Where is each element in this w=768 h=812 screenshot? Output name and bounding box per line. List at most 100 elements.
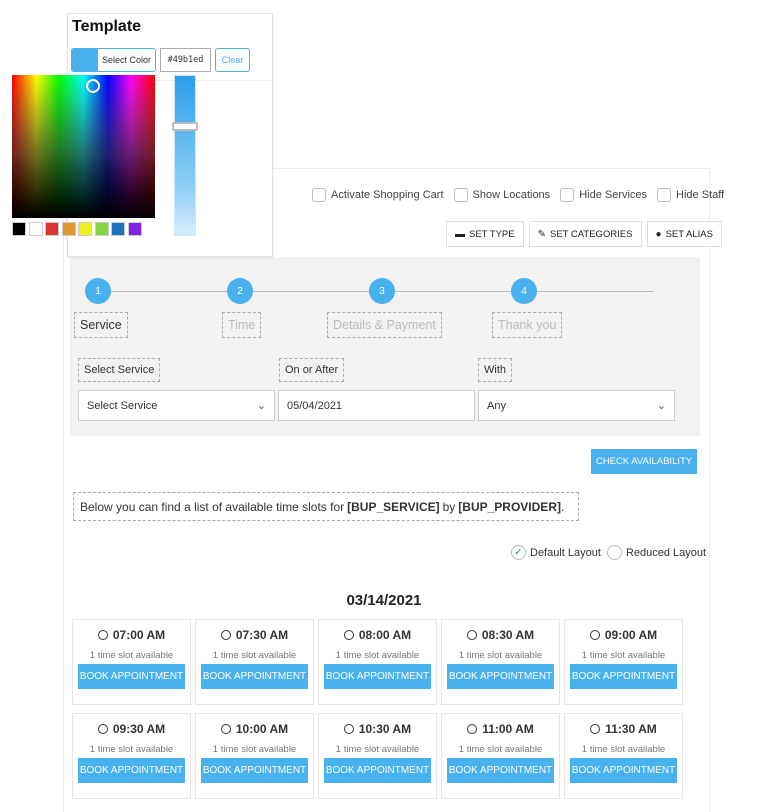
clock-icon — [220, 724, 231, 734]
book-appointment-button[interactable]: BOOK APPOINTMENT — [324, 758, 431, 783]
service-select-value: Select Service — [87, 399, 158, 412]
step-label-thank-you[interactable]: Thank you — [492, 312, 563, 338]
checkbox[interactable] — [560, 188, 575, 202]
slots-date-heading: 03/14/2021 — [346, 592, 422, 609]
user-secret-icon: ● — [655, 228, 662, 240]
set-type-button[interactable]: ▬ SET TYPE — [446, 221, 524, 247]
reduced-layout-option[interactable]: Reduced Layout — [606, 545, 707, 560]
note-text: by — [442, 499, 456, 514]
slot-time-text: 10:00 AM — [235, 722, 289, 736]
slot-time-text: 10:30 AM — [358, 722, 412, 736]
slot-time-text: 07:30 AM — [235, 628, 289, 642]
set-categories-button[interactable]: ✎ SET CATEGORIES — [528, 221, 642, 247]
with-label[interactable]: With — [478, 358, 512, 382]
service-select[interactable]: Select Service ⌄ — [78, 390, 275, 421]
slot-availability: 1 time slot available — [581, 650, 666, 661]
select-color-button[interactable]: Select Color — [71, 48, 156, 72]
bed-icon: ▬ — [455, 228, 465, 240]
with-select-value: Any — [487, 399, 506, 412]
toggle-label: Hide Services — [579, 189, 648, 201]
step-label-service[interactable]: Service — [74, 312, 128, 338]
time-slots-note[interactable]: Below you can find a list of available t… — [73, 492, 579, 521]
slot-time-text: 08:00 AM — [358, 628, 412, 642]
color-swatch[interactable] — [61, 222, 76, 236]
book-appointment-button[interactable]: BOOK APPOINTMENT — [447, 758, 554, 783]
clock-icon — [97, 724, 108, 734]
slot-time: 11:30 AM — [565, 722, 682, 736]
color-swatch[interactable] — [28, 222, 43, 236]
clock-icon — [220, 630, 231, 640]
checkbox[interactable] — [453, 188, 468, 202]
check-icon[interactable]: ✓ — [511, 545, 526, 560]
time-slot-card: 10:30 AM 1 time slot available BOOK APPOIN… — [318, 713, 437, 799]
slot-time: 09:00 AM — [565, 628, 682, 642]
default-layout-option[interactable]: ✓ Default Layout — [511, 545, 601, 560]
hue-slider[interactable] — [174, 75, 196, 236]
book-appointment-button[interactable]: BOOK APPOINTMENT — [201, 664, 308, 689]
date-input-value: 05/04/2021 — [287, 399, 343, 412]
book-appointment-button[interactable]: BOOK APPOINTMENT — [324, 664, 431, 689]
check-availability-button[interactable]: CHECK AVAILABILITY — [591, 449, 697, 474]
note-provider-placeholder: [BUP_PROVIDER] — [458, 499, 561, 514]
clock-icon — [343, 630, 354, 640]
color-swatch[interactable] — [127, 222, 142, 236]
chevron-down-icon: ⌄ — [656, 400, 666, 412]
button-label: SET ALIAS — [665, 228, 713, 240]
slot-time: 10:30 AM — [319, 722, 436, 736]
with-select[interactable]: Any ⌄ — [478, 390, 675, 421]
hue-slider-handle[interactable] — [172, 122, 198, 131]
color-swatch[interactable] — [94, 222, 109, 236]
checkbox[interactable] — [312, 188, 326, 202]
time-slot-card: 10:00 AM 1 time slot available BOOK APPOIN… — [195, 713, 314, 799]
color-swatch[interactable] — [111, 222, 125, 236]
note-text: . — [560, 499, 565, 514]
toggle-hide-staff[interactable]: Hide Staff — [657, 188, 724, 202]
step-1-indicator[interactable]: 1 — [85, 278, 111, 304]
slot-time: 08:00 AM — [319, 628, 436, 642]
book-appointment-button[interactable]: BOOK APPOINTMENT — [570, 664, 677, 689]
clock-icon — [97, 630, 108, 640]
edit-icon: ✎ — [537, 228, 546, 240]
slot-time-text: 08:30 AM — [481, 628, 535, 642]
set-alias-button[interactable]: ● SET ALIAS — [646, 221, 722, 247]
step-4-indicator[interactable]: 4 — [511, 278, 537, 304]
slot-availability: 1 time slot available — [335, 744, 420, 755]
layout-switcher: ✓ Default Layout Reduced Layout — [511, 545, 712, 560]
saturation-area[interactable] — [12, 75, 155, 218]
book-appointment-button[interactable]: BOOK APPOINTMENT — [201, 758, 308, 783]
set-buttons: ▬ SET TYPE ✎ SET CATEGORIES ● SET ALIAS — [446, 221, 727, 247]
time-slot-card: 09:30 AM 1 time slot available BOOK APPOIN… — [72, 713, 191, 799]
color-swatch[interactable] — [12, 222, 26, 236]
toggle-activate-shopping-cart[interactable]: Activate Shopping Cart — [312, 188, 444, 202]
step-label-time[interactable]: Time — [222, 312, 262, 338]
checkbox[interactable] — [657, 188, 672, 202]
toggle-show-locations[interactable]: Show Locations — [453, 188, 551, 202]
book-appointment-button[interactable]: BOOK APPOINTMENT — [570, 758, 677, 783]
slot-availability: 1 time slot available — [89, 650, 174, 661]
toggle-hide-services[interactable]: Hide Services — [560, 188, 647, 202]
layout-option-label: Default Layout — [530, 546, 601, 559]
slot-time-text: 11:00 AM — [482, 722, 534, 736]
slot-availability: 1 time slot available — [581, 744, 666, 755]
step-label-details-payment[interactable]: Details & Payment — [327, 312, 442, 338]
date-input[interactable]: 05/04/2021 — [278, 390, 475, 421]
hex-input[interactable]: #49b1ed — [160, 48, 211, 72]
color-swatch[interactable] — [45, 222, 59, 236]
select-service-label[interactable]: Select Service — [78, 358, 161, 382]
on-or-after-label[interactable]: On or After — [279, 358, 345, 382]
toggle-label: Show Locations — [472, 189, 551, 201]
step-3-indicator[interactable]: 3 — [369, 278, 395, 304]
book-appointment-button[interactable]: BOOK APPOINTMENT — [78, 664, 185, 689]
layout-option-label: Reduced Layout — [625, 546, 707, 559]
slot-availability: 1 time slot available — [212, 744, 297, 755]
book-appointment-button[interactable]: BOOK APPOINTMENT — [78, 758, 185, 783]
clear-button[interactable]: Clear — [215, 48, 250, 72]
current-color-swatch — [72, 49, 98, 71]
book-appointment-button[interactable]: BOOK APPOINTMENT — [447, 664, 554, 689]
button-label: SET TYPE — [469, 228, 515, 240]
radio-button[interactable] — [606, 545, 622, 560]
step-2-indicator[interactable]: 2 — [227, 278, 253, 304]
color-marker[interactable] — [86, 79, 100, 93]
color-swatch[interactable] — [78, 222, 92, 236]
clock-icon — [589, 630, 600, 640]
